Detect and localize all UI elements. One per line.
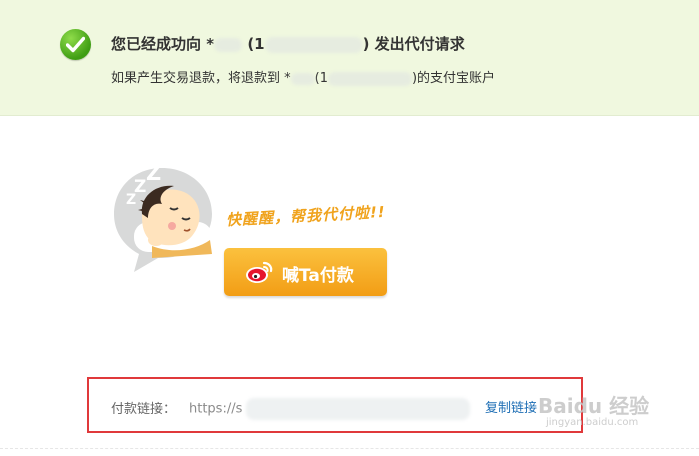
promo-slogan: 快醒醒，帮我代付啦!!	[225, 202, 387, 230]
payment-link-label: 付款链接：	[111, 402, 177, 417]
success-title: 您已经成功向 * (1) 发出代付请求	[111, 35, 465, 53]
bottom-divider	[0, 448, 699, 449]
shout-pay-label: 喊Ta付款	[282, 266, 354, 286]
svg-text:Z: Z	[146, 161, 161, 185]
svg-text:Z: Z	[134, 177, 146, 197]
copy-link-button[interactable]: 复制链接	[485, 397, 537, 416]
weibo-icon	[244, 259, 274, 289]
refund-note: 如果产生交易退款，将退款到 * (1)的支付宝账户	[111, 71, 496, 86]
payment-link-url[interactable]: https://s	[189, 398, 471, 420]
check-circle-icon	[60, 29, 91, 60]
shout-pay-button[interactable]: 喊Ta付款	[224, 248, 387, 296]
payment-link-box: 付款链接： https://s 复制链接	[87, 377, 583, 433]
sleeping-mascot-icon: Z Z Z	[112, 156, 216, 278]
baidu-watermark: Baidu 经验 jingyan.baidu.com	[538, 394, 650, 428]
success-banner: 您已经成功向 * (1) 发出代付请求 如果产生交易退款，将退款到 * (1)的支…	[0, 0, 699, 116]
